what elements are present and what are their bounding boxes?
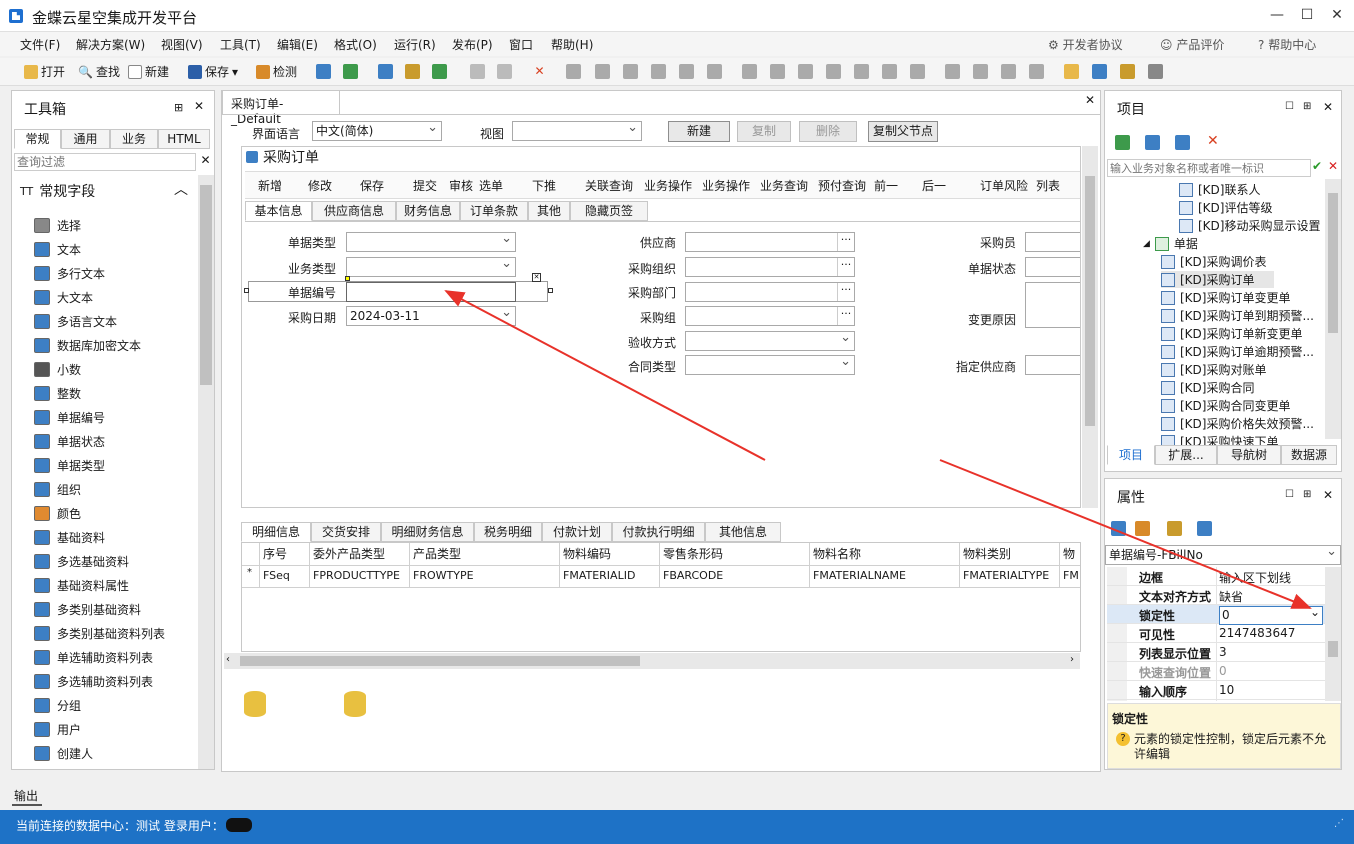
annotation-arrows <box>444 290 1312 609</box>
arrow-to-bill-no <box>444 290 766 461</box>
arrow-to-lock-property <box>939 459 1312 609</box>
